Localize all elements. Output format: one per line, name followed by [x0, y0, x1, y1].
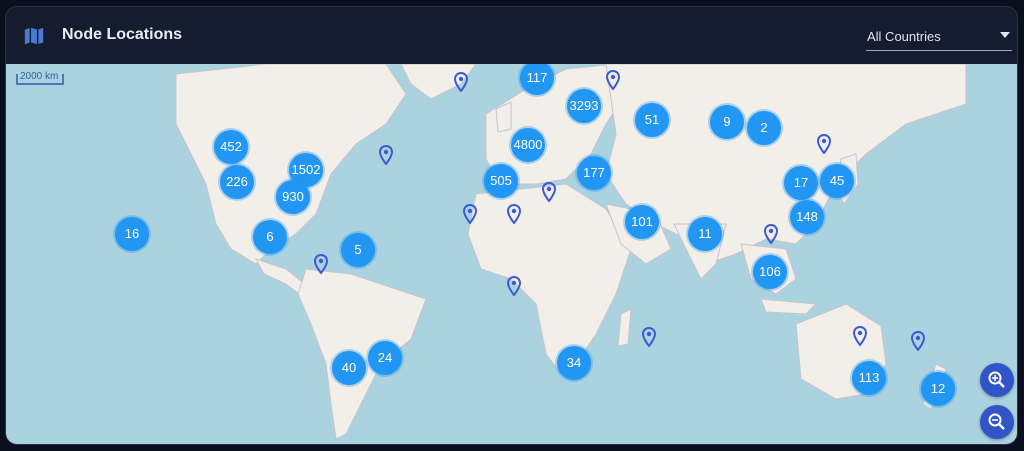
map-pin-icon[interactable] [507, 276, 521, 296]
page-title: Node Locations [62, 26, 183, 43]
zoom-in-icon [988, 371, 1005, 388]
world-map[interactable]: 2000 km 117 3293 51 9 2 452 1502 226 930 4800 505 1… [6, 64, 1017, 444]
cluster-marker-caribbean[interactable]: 5 [341, 233, 375, 267]
map-pin-icon[interactable] [542, 182, 556, 202]
map-scale-bar: 2000 km [16, 71, 64, 85]
cluster-marker-new-zealand[interactable]: 12 [921, 372, 955, 406]
map-pin-icon[interactable] [853, 326, 867, 346]
map-pin-icon[interactable] [911, 331, 925, 351]
map-pin-icon[interactable] [817, 134, 831, 154]
cluster-marker-siberia[interactable]: 9 [710, 105, 744, 139]
zoom-out-icon [988, 413, 1005, 430]
map-pin-icon[interactable] [764, 224, 778, 244]
cluster-marker-western-europe[interactable]: 4800 [511, 128, 545, 162]
zoom-in-button[interactable] [980, 363, 1014, 397]
cluster-marker-southeast-asia[interactable]: 106 [753, 255, 787, 289]
cluster-marker-texas[interactable]: 930 [276, 180, 310, 214]
map-pin-icon[interactable] [379, 145, 393, 165]
cluster-marker-japan[interactable]: 45 [820, 164, 854, 198]
cluster-marker-argentina[interactable]: 24 [368, 341, 402, 375]
map-pin-icon[interactable] [507, 204, 521, 224]
cluster-marker-western-canada[interactable]: 452 [214, 130, 248, 164]
cluster-marker-arabia[interactable]: 101 [625, 205, 659, 239]
card-header: Node Locations All Countries [6, 7, 1017, 64]
map-pin-icon[interactable] [463, 204, 477, 224]
zoom-out-button[interactable] [980, 405, 1014, 439]
cluster-marker-mexico[interactable]: 6 [253, 220, 287, 254]
country-filter-select[interactable]: All Countries [866, 27, 1012, 51]
map-icon [24, 27, 44, 45]
cluster-marker-central-russia[interactable]: 51 [635, 103, 669, 137]
map-pin-icon[interactable] [454, 72, 468, 92]
cluster-marker-east-siberia[interactable]: 2 [747, 111, 781, 145]
cluster-marker-turkey[interactable]: 177 [577, 156, 611, 190]
map-pin-icon[interactable] [314, 254, 328, 274]
node-locations-card: Node Locations All Countries 2000 km 117… [5, 6, 1018, 445]
cluster-marker-chile[interactable]: 40 [332, 351, 366, 385]
map-scale-label: 2000 km [20, 71, 59, 82]
cluster-marker-california[interactable]: 226 [220, 165, 254, 199]
cluster-marker-india[interactable]: 11 [688, 217, 722, 251]
map-pin-icon[interactable] [606, 70, 620, 90]
cluster-marker-southeast-australia[interactable]: 113 [852, 361, 886, 395]
chevron-down-icon [1000, 32, 1010, 38]
cluster-marker-hawaii[interactable]: 16 [115, 217, 149, 251]
cluster-marker-china[interactable]: 17 [784, 166, 818, 200]
cluster-marker-scandinavia-baltic[interactable]: 3293 [567, 89, 601, 123]
country-filter-value: All Countries [867, 29, 941, 44]
cluster-marker-iberia[interactable]: 505 [484, 164, 518, 198]
map-pin-icon[interactable] [642, 327, 656, 347]
cluster-marker-south-africa[interactable]: 34 [557, 346, 591, 380]
cluster-marker-taiwan[interactable]: 148 [790, 200, 824, 234]
